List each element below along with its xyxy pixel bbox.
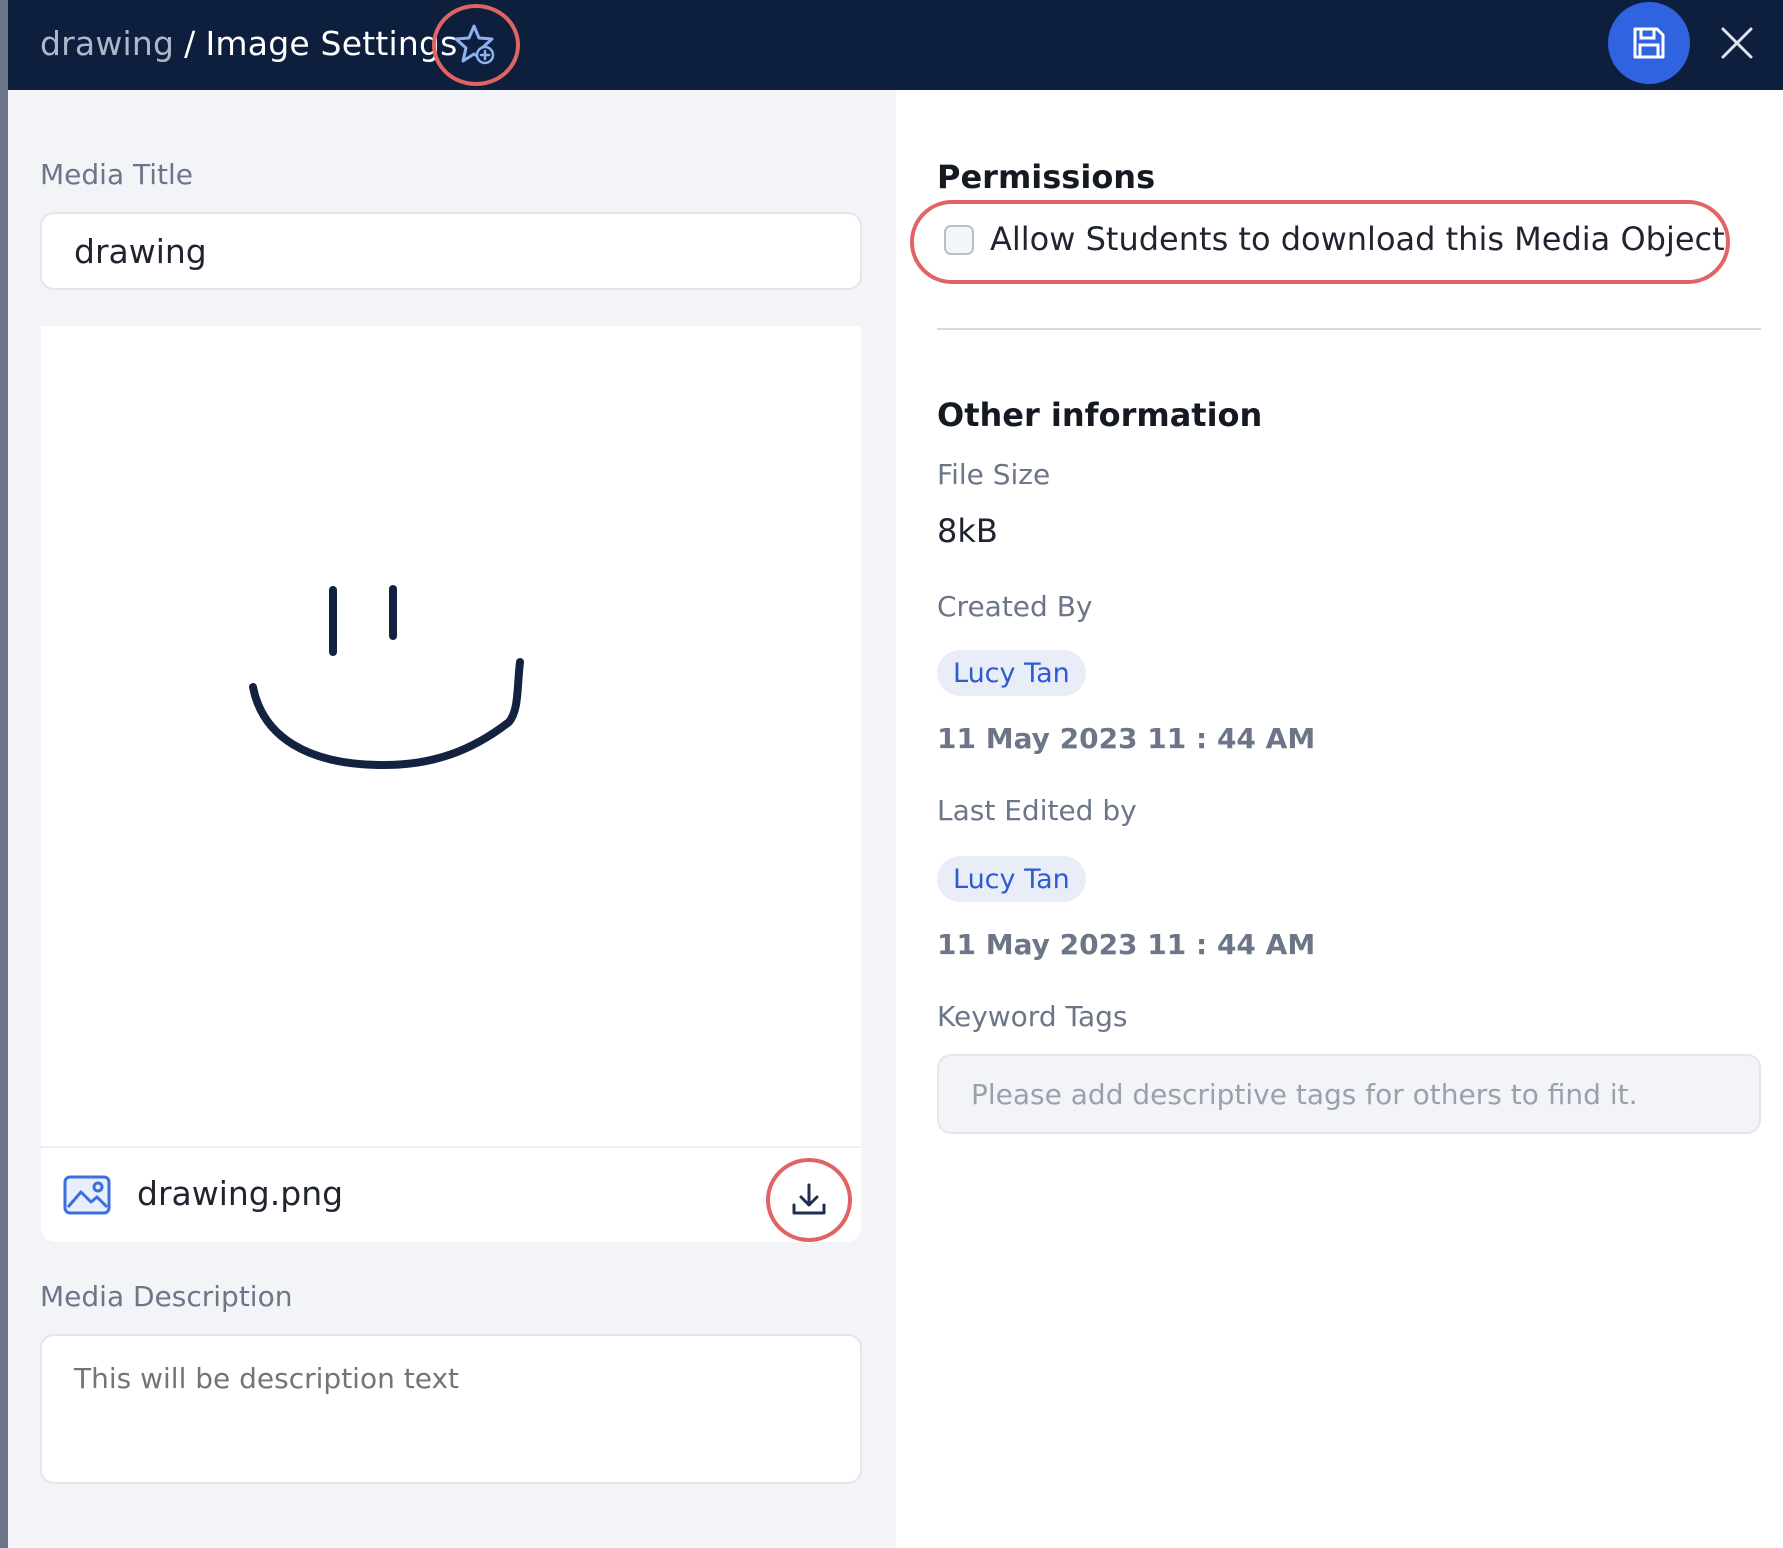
keyword-tags-label: Keyword Tags xyxy=(937,1000,1128,1033)
last-edited-user-chip[interactable]: Lucy Tan xyxy=(937,856,1086,902)
info-panel: Permissions Allow Students to download t… xyxy=(896,90,1783,1548)
star-plus-icon xyxy=(454,24,495,65)
created-date: 11 May 2023 11 : 44 AM xyxy=(937,722,1316,755)
image-preview xyxy=(249,585,524,770)
page-title: Image Settings xyxy=(205,23,458,63)
close-button[interactable] xyxy=(1712,18,1762,68)
floppy-disk-icon xyxy=(1633,27,1665,59)
allow-download-option[interactable]: Allow Students to download this Media Ob… xyxy=(910,200,1730,284)
close-icon xyxy=(1721,27,1753,59)
save-button[interactable] xyxy=(1608,2,1690,84)
favorite-button[interactable] xyxy=(432,4,520,86)
file-size-value: 8kB xyxy=(937,512,998,550)
last-edited-label: Last Edited by xyxy=(937,794,1137,827)
created-by-label: Created By xyxy=(937,590,1093,623)
other-information-heading: Other information xyxy=(937,396,1263,434)
created-by-user-chip[interactable]: Lucy Tan xyxy=(937,650,1086,696)
file-row: drawing.png xyxy=(41,1146,861,1242)
download-icon xyxy=(792,1183,826,1215)
media-preview-card: drawing.png xyxy=(41,326,861,1242)
background-strip xyxy=(0,0,8,1548)
allow-download-label[interactable]: Allow Students to download this Media Ob… xyxy=(990,220,1725,258)
file-name: drawing.png xyxy=(137,1174,344,1213)
download-button[interactable] xyxy=(766,1158,852,1242)
breadcrumb-parent[interactable]: drawing xyxy=(40,24,174,63)
image-file-icon xyxy=(63,1175,111,1215)
image-settings-modal: drawing / Image Settings Media Title dra… xyxy=(8,0,1783,1548)
media-title-label: Media Title xyxy=(40,158,194,191)
file-size-label: File Size xyxy=(937,458,1051,491)
breadcrumb-separator: / xyxy=(184,23,196,63)
media-description-input[interactable] xyxy=(40,1334,862,1484)
breadcrumb: drawing / Image Settings xyxy=(40,20,458,66)
permissions-heading: Permissions xyxy=(937,158,1156,196)
modal-header: drawing / Image Settings xyxy=(8,0,1783,90)
media-details-panel: Media Title drawing.png xyxy=(8,90,896,1548)
keyword-tags-input[interactable] xyxy=(937,1054,1761,1134)
section-divider xyxy=(937,328,1761,330)
last-edited-date: 11 May 2023 11 : 44 AM xyxy=(937,928,1316,961)
media-title-input[interactable] xyxy=(40,212,862,290)
allow-download-checkbox[interactable] xyxy=(944,225,974,255)
media-description-label: Media Description xyxy=(40,1280,293,1313)
